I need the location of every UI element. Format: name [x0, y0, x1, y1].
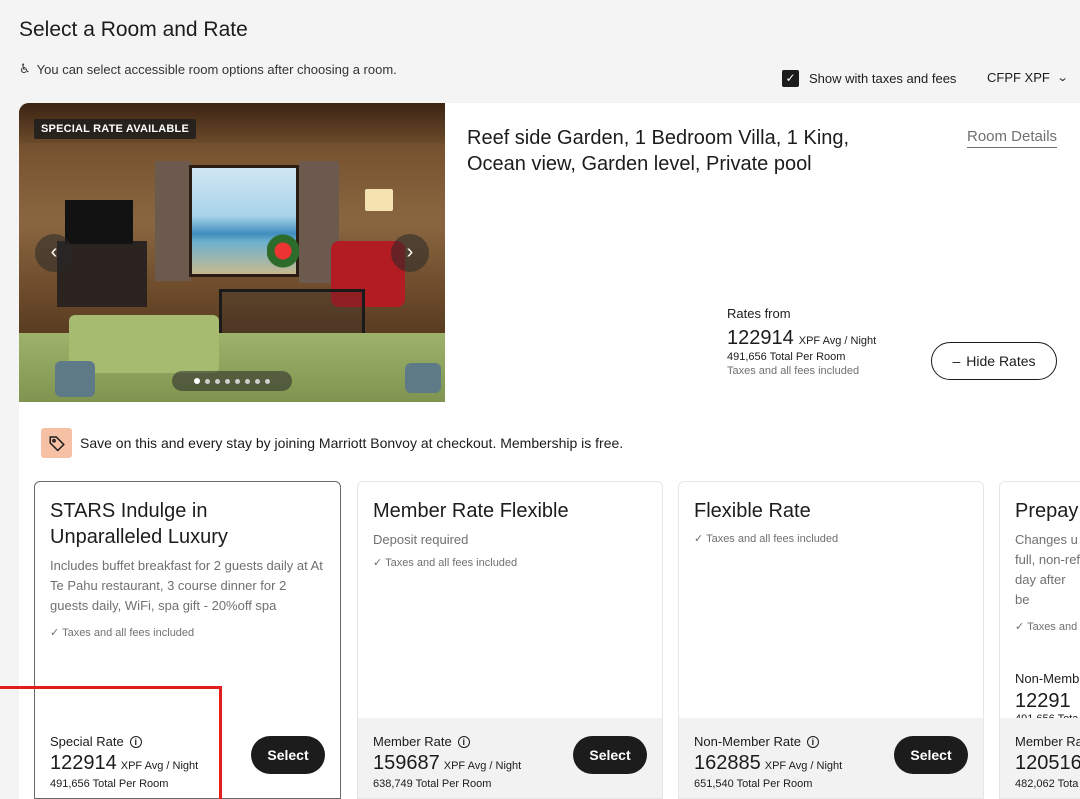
- info-icon[interactable]: i: [457, 735, 470, 748]
- rate-description: Includes buffet breakfast for 2 guests d…: [50, 558, 323, 613]
- rate-type: Member Ra: [1015, 734, 1080, 749]
- wheelchair-icon: ♿: [19, 61, 31, 76]
- rate-card-flexible[interactable]: Flexible Rate ✓ Taxes and all fees inclu…: [678, 481, 984, 799]
- rates-from-total: 491,656 Total Per Room: [727, 351, 846, 363]
- special-rate-badge: SPECIAL RATE AVAILABLE: [34, 119, 197, 139]
- photo-flowers: [267, 233, 299, 293]
- rate-total: 651,540 Total Per Room: [694, 778, 813, 790]
- carousel-dot[interactable]: [245, 378, 250, 384]
- carousel-dot[interactable]: [194, 378, 200, 384]
- highlight-annotation-box: [0, 686, 222, 799]
- rate-card-prepay[interactable]: Prepay Changes u full, non-ref day after…: [999, 481, 1080, 799]
- taxes-checkbox[interactable]: ✓: [782, 70, 799, 87]
- rate-name: STARS Indulge in Unparalleled Luxury: [50, 500, 228, 548]
- rate-name: Flexible Rate: [694, 500, 811, 522]
- carousel-prev-button[interactable]: ‹: [35, 234, 73, 272]
- carousel-dot[interactable]: [215, 378, 220, 384]
- photo-lamp: [365, 189, 393, 211]
- rate-total: 638,749 Total Per Room: [373, 778, 492, 790]
- chevron-left-icon: ‹: [50, 241, 58, 263]
- promo-text: Save on this and every stay by joining M…: [80, 435, 624, 451]
- rate-price: 159687: [373, 752, 440, 774]
- rate-type: Non-Member Rate i: [694, 734, 819, 749]
- select-button[interactable]: Select: [573, 736, 647, 774]
- carousel-next-button[interactable]: ›: [391, 234, 429, 272]
- taxes-toggle[interactable]: ✓ Show with taxes and fees: [782, 70, 956, 87]
- rate-taxes-note: ✓ Taxes and: [1015, 621, 1078, 633]
- rate-type-label: Non-Member Rate: [694, 734, 801, 749]
- rate-taxes-note: ✓ Taxes and all fees included: [694, 533, 839, 545]
- accessibility-note-text: You can select accessible room options a…: [36, 61, 397, 77]
- chevron-down-icon: ⌄: [1056, 72, 1069, 84]
- rates-from-label: Rates from: [727, 306, 791, 321]
- photo-curtain-left: [155, 161, 191, 281]
- room-details-link[interactable]: Room Details: [967, 128, 1058, 148]
- page-title: Select a Room and Rate: [19, 18, 248, 41]
- rate-description: Changes u full, non-ref day after be: [1015, 532, 1080, 607]
- rate-description: Deposit required: [373, 532, 469, 547]
- accessibility-note: ♿ You can select accessible room options…: [19, 61, 397, 77]
- photo-cushion: [55, 361, 95, 397]
- select-button[interactable]: Select: [251, 736, 325, 774]
- taxes-checkbox-label: Show with taxes and fees: [809, 71, 957, 86]
- info-icon[interactable]: i: [806, 735, 819, 748]
- hide-rates-label: Hide Rates: [966, 353, 1036, 369]
- rate-type-label: Member Ra: [1015, 734, 1080, 749]
- chevron-right-icon: ›: [406, 241, 414, 263]
- rates-from-summary: Rates from 122914 XPF Avg / Night 491,65…: [727, 306, 876, 377]
- carousel-dot[interactable]: [235, 378, 240, 384]
- rate-sub-type: Non-Memb: [1015, 671, 1080, 686]
- rate-taxes-note: ✓ Taxes and all fees included: [373, 557, 518, 569]
- select-button[interactable]: Select: [894, 736, 968, 774]
- tag-icon: [41, 428, 72, 458]
- carousel-dot[interactable]: [265, 378, 270, 384]
- rate-price: 162885: [694, 752, 761, 774]
- currency-select[interactable]: CFPF XPF ⌄: [987, 70, 1069, 85]
- rate-name: Member Rate Flexible: [373, 500, 569, 522]
- carousel-dot[interactable]: [225, 378, 230, 384]
- rate-type-label: Member Rate: [373, 734, 452, 749]
- carousel-dot[interactable]: [255, 378, 260, 384]
- membership-promo: Save on this and every stay by joining M…: [41, 428, 623, 458]
- currency-value: CFPF XPF: [987, 70, 1050, 85]
- photo-cushion: [405, 363, 441, 393]
- minus-icon: –: [952, 353, 961, 369]
- photo-tv: [65, 200, 133, 244]
- hide-rates-button[interactable]: – Hide Rates: [931, 342, 1057, 380]
- rate-unit: XPF Avg / Night: [764, 760, 843, 772]
- room-photo-carousel[interactable]: SPECIAL RATE AVAILABLE ‹ ›: [19, 103, 445, 402]
- rates-from-price: 122914: [727, 327, 794, 349]
- rate-card-member-flexible[interactable]: Member Rate Flexible Deposit required ✓ …: [357, 481, 663, 799]
- rate-total: 482,062 Tota: [1015, 778, 1079, 790]
- rates-from-taxes: Taxes and all fees included: [727, 365, 860, 377]
- rate-type: Member Rate i: [373, 734, 470, 749]
- rates-from-unit: XPF Avg / Night: [798, 335, 877, 347]
- carousel-dots: [172, 371, 292, 391]
- rate-name: Prepay: [1015, 500, 1079, 522]
- rate-sub-price: 12291: [1015, 690, 1071, 712]
- rate-unit: XPF Avg / Night: [443, 760, 522, 772]
- carousel-dot[interactable]: [205, 378, 210, 384]
- rate-price: 120516: [1015, 752, 1080, 774]
- room-title: Reef side Garden, 1 Bedroom Villa, 1 Kin…: [467, 127, 850, 175]
- rate-taxes-note: ✓ Taxes and all fees included: [50, 627, 195, 639]
